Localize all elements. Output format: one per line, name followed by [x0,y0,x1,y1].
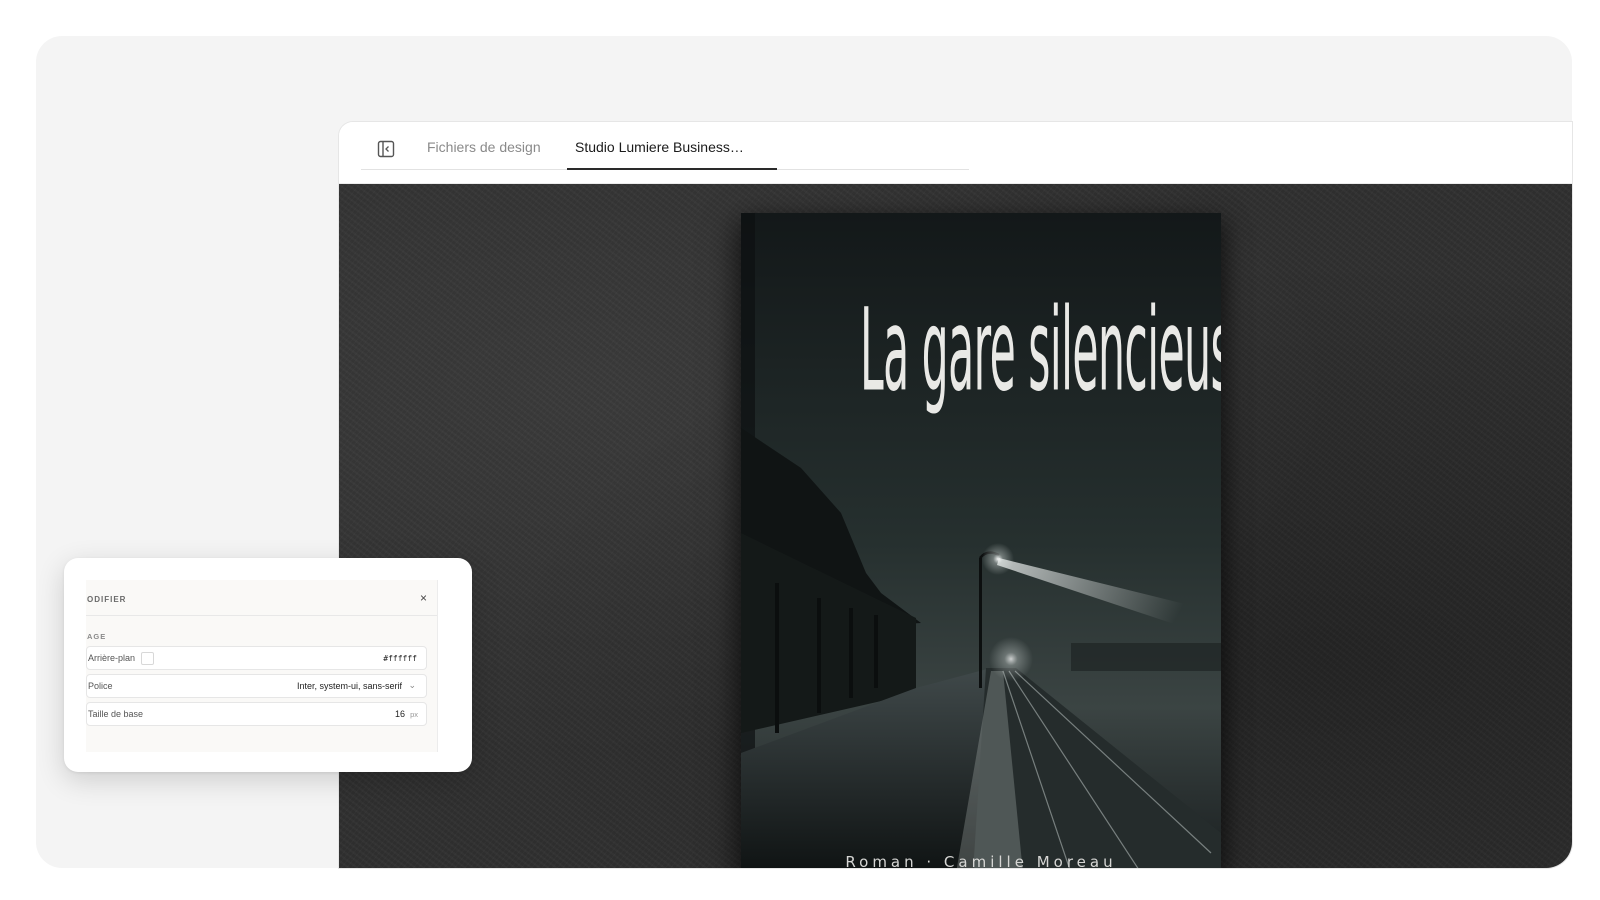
chevron-down-icon[interactable]: ⌄ [408,680,416,691]
tab-bar: Fichiers de design Studio Lumiere Busine… [339,122,1572,184]
book-byline: Roman · Camille Moreau [845,853,1117,868]
tab-studio-lumiere[interactable]: Studio Lumiere Business… [567,137,777,170]
background-value[interactable]: #ffffff [383,654,417,663]
font-value[interactable]: Inter, system-ui, sans-serif [297,681,402,691]
background-color-field[interactable]: Arrière-plan #ffffff [86,646,427,670]
font-select[interactable]: Police Inter, system-ui, sans-serif ⌄ [86,674,427,698]
properties-header: ODIFIER × [86,580,437,616]
font-label: Police [88,681,113,691]
base-size-field[interactable]: Taille de base 16 px [86,702,427,726]
base-size-label: Taille de base [88,709,144,719]
sidebar-toggle-icon[interactable] [377,140,395,158]
unit-label: px [410,710,418,719]
properties-title: ODIFIER [87,595,127,604]
section-heading: AGE [87,632,107,641]
color-swatch[interactable] [141,652,154,665]
book-title: La gare silencieuse [860,283,1221,417]
background-label: Arrière-plan [88,653,136,663]
close-icon[interactable]: × [420,591,427,605]
app-window: Fichiers de design Studio Lumiere Busine… [339,122,1572,868]
preview-canvas: La gare silencieuse Roman · Camille More… [339,184,1572,868]
properties-panel: ODIFIER × AGE Arrière-plan #ffffff Polic… [86,580,438,752]
properties-popover: ODIFIER × AGE Arrière-plan #ffffff Polic… [64,558,472,772]
book-cover: La gare silencieuse Roman · Camille More… [741,213,1221,868]
tab-design-files[interactable]: Fichiers de design [427,137,541,170]
base-size-value[interactable]: 16 [395,709,405,719]
